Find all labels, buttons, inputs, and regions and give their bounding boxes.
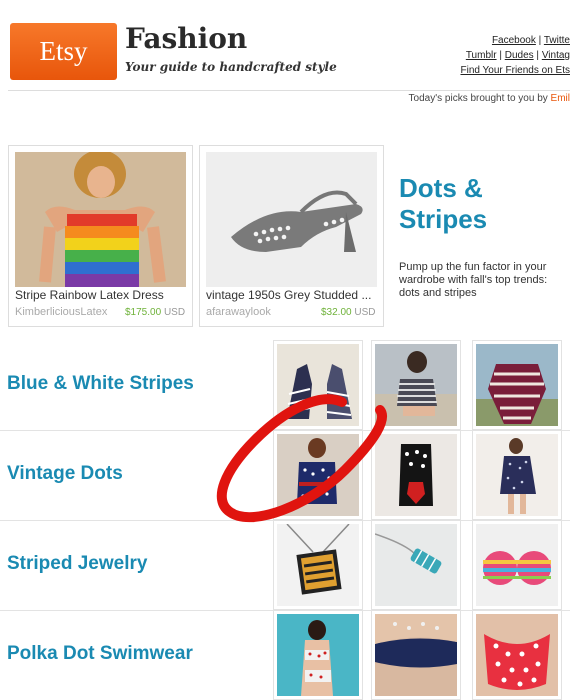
twitter-link[interactable]: Twitte (544, 35, 570, 46)
price-value: $32.00 (321, 307, 352, 318)
product-thumbnail[interactable] (371, 430, 461, 520)
product-thumbnail[interactable] (472, 340, 562, 430)
price-value: $175.00 (125, 307, 162, 318)
feature-card[interactable]: vintage 1950s Grey Studded ... afarawayl… (199, 145, 384, 327)
product-thumbnail[interactable] (371, 340, 461, 430)
row-title[interactable]: Striped Jewelry (7, 553, 147, 575)
logo-text: Etsy (39, 36, 88, 66)
product-title[interactable]: vintage 1950s Grey Studded ... (206, 288, 378, 302)
product-thumbnail[interactable] (371, 610, 461, 700)
etsy-logo[interactable]: Etsy (10, 23, 117, 80)
product-thumbnail[interactable] (273, 430, 363, 520)
feature-card[interactable]: Stripe Rainbow Latex Dress Kimberlicious… (8, 145, 193, 327)
price-currency: USD (354, 307, 376, 318)
shop-name[interactable]: afarawaylook (206, 306, 271, 318)
product-thumbnail[interactable] (273, 340, 363, 430)
product-price: $175.00 USD (125, 307, 185, 318)
header-links: Facebook | Twitte Tumblr | Dudes | Vinta… (460, 33, 570, 78)
page-subtitle: Your guide to handcrafted style (125, 60, 337, 74)
theme-title: Dots & Stripes (399, 173, 488, 234)
vintage-link[interactable]: Vintag (542, 50, 570, 61)
theme-description: Pump up the fun factor in your wardrobe … (399, 261, 548, 299)
header-divider (8, 90, 570, 91)
product-thumbnail[interactable] (472, 430, 562, 520)
product-thumbnail[interactable] (472, 520, 562, 610)
row-title[interactable]: Blue & White Stripes (7, 373, 194, 395)
picks-text: Today's picks brought to you by (408, 93, 548, 104)
curator-link[interactable]: Emil (551, 93, 570, 104)
product-image[interactable] (206, 152, 377, 287)
product-thumbnail[interactable] (472, 610, 562, 700)
facebook-link[interactable]: Facebook (492, 35, 536, 46)
price-currency: USD (163, 307, 186, 318)
row-title[interactable]: Polka Dot Swimwear (7, 643, 193, 665)
product-price: $32.00 USD (321, 307, 376, 318)
product-image[interactable] (15, 152, 186, 287)
shop-name[interactable]: KimberliciousLatex (15, 306, 107, 318)
product-thumbnail[interactable] (273, 610, 363, 700)
dudes-link[interactable]: Dudes (505, 50, 534, 61)
link-separator: | (536, 50, 540, 61)
tumblr-link[interactable]: Tumblr (466, 50, 497, 61)
row-title[interactable]: Vintage Dots (7, 463, 123, 485)
product-title[interactable]: Stripe Rainbow Latex Dress (15, 288, 187, 302)
todays-picks: Today's picks brought to you by Emil (409, 93, 570, 104)
link-separator: | (538, 35, 542, 46)
link-separator: | (499, 50, 502, 61)
find-friends-link[interactable]: Find Your Friends on Ets (460, 65, 570, 76)
product-thumbnail[interactable] (273, 520, 363, 610)
page-title: Fashion (125, 22, 248, 55)
product-thumbnail[interactable] (371, 520, 461, 610)
